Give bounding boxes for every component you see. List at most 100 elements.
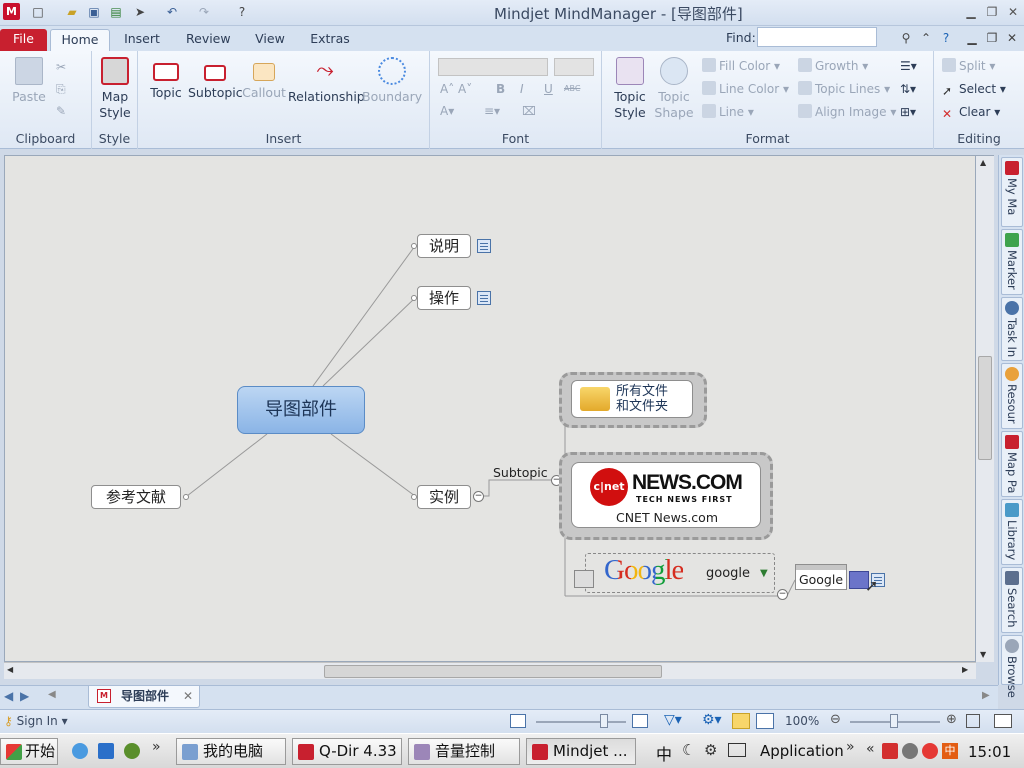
attachment-icon[interactable] (574, 570, 594, 588)
format-painter-icon[interactable]: ✎ (56, 101, 66, 121)
sign-in-button[interactable]: ⚷ Sign In ▾ (4, 714, 68, 728)
font-family-select[interactable] (438, 58, 548, 76)
fullscreen-icon[interactable] (966, 714, 980, 728)
map-canvas[interactable]: 导图部件 说明 操作 实例 − 参考文献 Subtopic − 所有文件 和文件… (4, 155, 976, 662)
ribbon-collapse-icon[interactable]: ⌃ (918, 30, 934, 46)
grow-font-icon[interactable]: A˄ A˅ (440, 79, 472, 99)
nav-back-icon[interactable]: ◀ (4, 689, 13, 703)
quicklaunch-icon[interactable] (98, 743, 114, 759)
taskbar-volume[interactable]: 音量控制 (408, 738, 520, 765)
scroll-right-icon[interactable]: ▶ (962, 665, 968, 674)
subtopic-label[interactable]: Subtopic (493, 465, 548, 480)
binoculars-icon[interactable]: ⚲ (898, 30, 914, 46)
underline-button[interactable]: U (544, 79, 553, 99)
fill-color-button[interactable]: Fill Color ▾ (702, 56, 780, 76)
italic-button[interactable]: I (520, 79, 524, 99)
vertical-scroll-thumb[interactable] (978, 356, 992, 460)
speaker-icon[interactable] (902, 743, 918, 759)
ime-option-icon[interactable]: ⚙ (704, 741, 717, 759)
help-icon[interactable]: ? (234, 4, 250, 20)
scroll-left-icon[interactable]: ◀ (7, 665, 13, 674)
copy-icon[interactable]: ⎘ (56, 79, 66, 99)
sidebar-tab-search[interactable]: Search (1001, 567, 1023, 633)
cnet-topic[interactable]: c|net NEWS.COM TECH NEWS FIRST CNET News… (571, 462, 761, 528)
boundary-button[interactable]: Boundary (362, 57, 422, 105)
ie-icon[interactable] (72, 743, 88, 759)
bold-button[interactable]: B (496, 79, 505, 99)
sidebar-tab-resources[interactable]: Resour (1001, 363, 1023, 429)
map-view-icon[interactable] (732, 713, 750, 729)
doc-restore-icon[interactable]: ❐ (984, 30, 1000, 46)
help-circle-icon[interactable]: ? (938, 30, 954, 46)
zoom-out-icon[interactable]: ⊖ (830, 712, 841, 727)
quicklaunch-icon-2[interactable] (124, 743, 140, 759)
print-icon[interactable]: ▤ (108, 4, 124, 20)
horizontal-scrollbar[interactable]: ◀ ▶ (4, 662, 976, 679)
fit-map-icon[interactable] (510, 714, 526, 728)
view-options-icon[interactable]: ⚙▾ (702, 712, 722, 728)
undo-icon[interactable]: ↶ (164, 4, 180, 20)
new-icon[interactable]: □ (30, 4, 46, 20)
taskbar-my-computer[interactable]: 我的电脑 (176, 738, 286, 765)
filter-icon[interactable]: ▽▾ (664, 712, 682, 728)
ime-tray-icon[interactable]: 中 (942, 743, 958, 759)
line-color-button[interactable]: Line Color ▾ (702, 79, 789, 99)
scroll-up-icon[interactable]: ▲ (980, 158, 986, 167)
topic-caozuo[interactable]: 操作 (417, 286, 471, 310)
redo-icon[interactable]: ↷ (196, 4, 212, 20)
open-folder-icon[interactable]: ▰ (64, 4, 80, 20)
toolbar-more-icon[interactable]: » (846, 739, 855, 755)
font-color-icon[interactable]: A▾ (440, 101, 454, 121)
topic-shili[interactable]: 实例 (417, 485, 471, 509)
sidebar-tab-map-parts[interactable]: Map Pa (1001, 431, 1023, 497)
subtopic-button[interactable]: Subtopic (188, 57, 243, 101)
ime-moon-icon[interactable]: ☾ (682, 741, 695, 759)
nav-forward-icon[interactable]: ▶ (20, 689, 29, 703)
tab-insert[interactable]: Insert (122, 29, 162, 51)
topic-button[interactable]: Topic (146, 57, 186, 101)
taskbar-qdir[interactable]: Q-Dir 4.33 (292, 738, 402, 765)
topic-shape-button[interactable]: Topic Shape (652, 57, 696, 121)
collapse-minus-icon[interactable]: − (777, 589, 788, 600)
select-button[interactable]: ➚ Select ▾ (942, 79, 1006, 99)
zoom-in-icon[interactable]: ⊕ (946, 712, 957, 727)
layout-panes-icon[interactable] (994, 714, 1012, 728)
scroll-down-icon[interactable]: ▼ (980, 650, 986, 659)
tab-review[interactable]: Review (186, 29, 231, 51)
sidebar-tab-markers[interactable]: Marker (1001, 229, 1023, 295)
central-topic[interactable]: 导图部件 (237, 386, 365, 434)
strike-button[interactable]: ABC (564, 79, 580, 99)
vertical-scrollbar[interactable]: ▲ ▼ (976, 155, 994, 662)
topic-cankao[interactable]: 参考文献 (91, 485, 181, 509)
sidebar-tab-browser[interactable]: Browse (1001, 635, 1023, 698)
notes-icon[interactable] (477, 239, 491, 253)
map-style-button[interactable]: Map Style (96, 57, 134, 121)
callout-button[interactable]: Callout (242, 57, 286, 101)
numbering-icon[interactable]: ☰▾ (900, 56, 917, 76)
doc-close-icon[interactable]: ✕ (1004, 30, 1020, 46)
tab-scroll-right-icon[interactable]: ▶ (982, 690, 990, 701)
topic-lines-button[interactable]: Topic Lines ▾ (798, 79, 890, 99)
start-button[interactable]: 开始 (0, 738, 58, 765)
dropdown-arrow-icon[interactable]: ▼ (760, 568, 768, 579)
tray-expand-icon[interactable]: « (866, 741, 875, 757)
sidebar-tab-library[interactable]: Library (1001, 499, 1023, 565)
find-input[interactable] (757, 27, 877, 47)
topic-shuoming[interactable]: 说明 (417, 234, 471, 258)
document-tab[interactable]: M 导图部件 ✕ (88, 686, 200, 708)
sidebar-tab-task-info[interactable]: Task In (1001, 297, 1023, 361)
balance-slider-thumb[interactable] (600, 714, 608, 728)
google-topic[interactable]: Google google ▼ (574, 553, 775, 593)
network-icon[interactable] (882, 743, 898, 759)
doc-minimize-icon[interactable]: ▁ (964, 30, 980, 46)
application-toolbar[interactable]: Application (760, 742, 844, 760)
collapse-minus-icon[interactable]: − (473, 491, 484, 502)
clear-button[interactable]: ✕ Clear ▾ (942, 102, 1000, 122)
align-image-button[interactable]: Align Image ▾ (798, 102, 896, 122)
save-icon[interactable]: ▣ (86, 4, 102, 20)
keyboard-icon[interactable] (728, 743, 746, 757)
fit-width-icon[interactable] (632, 714, 648, 728)
folder-topic[interactable]: 所有文件 和文件夹 (571, 380, 693, 418)
close-icon[interactable]: ✕ (1004, 4, 1022, 20)
notes-icon[interactable] (477, 291, 491, 305)
